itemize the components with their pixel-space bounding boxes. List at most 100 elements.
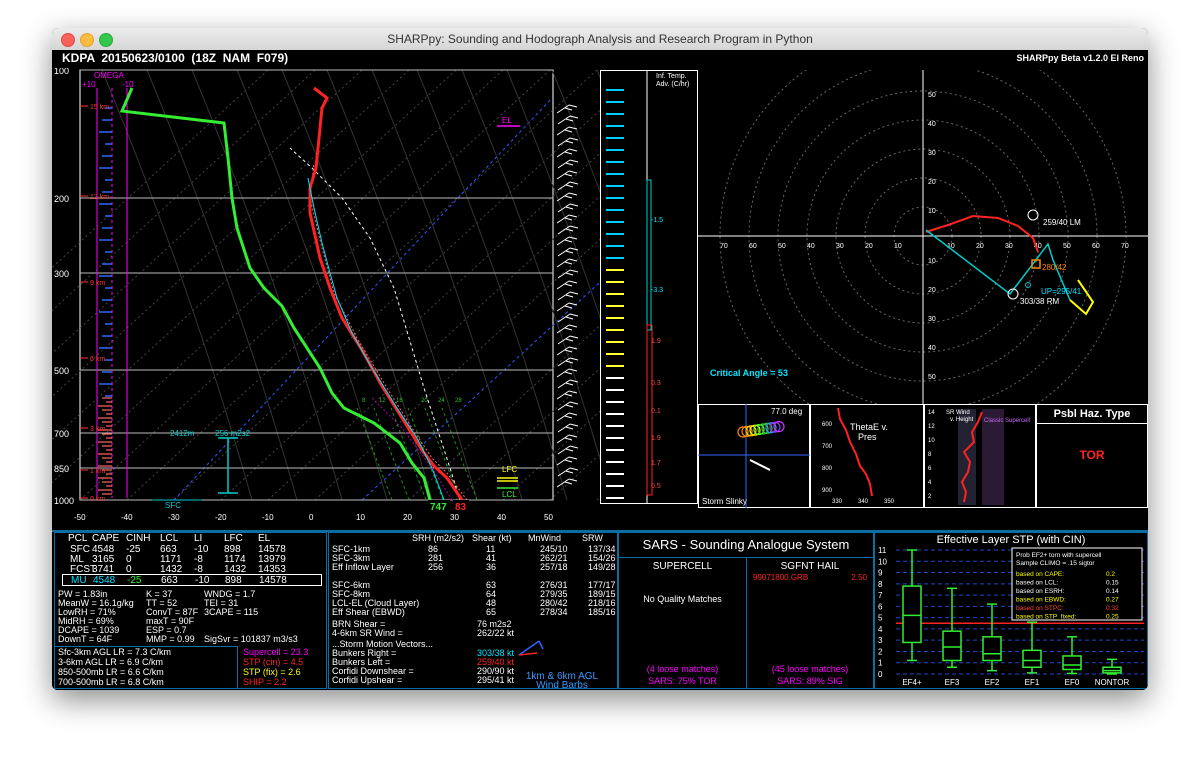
lapse-rate: 3-6km AGL LR = 6.9 C/km [58,657,163,667]
temp-label: -30 [168,513,180,522]
advection-value: -3.3 [651,287,663,294]
storm-motion-label: Corfidi Upshear = [332,675,403,685]
parcel-row[interactable]: ML 3165 0 1171 -8 1174 13979 [56,554,326,565]
version-label: SHARPpy Beta v1.2.0 El Reno [1016,53,1144,63]
hodo-x-label: 20 [865,243,873,250]
sars-hail-size: 2.50 [851,573,867,582]
hodograph-panel[interactable]: 1020304050102030405070 60 50 40 30 20 10 10 20 30… [698,70,1148,404]
hodo-x-label: 10 [894,243,902,250]
pressure-label-500: 500 [54,366,69,376]
index-value: MMP = 0.99 [146,634,195,644]
stp-y-label: 10 [878,557,887,566]
thetae-y-600: 600 [822,422,833,428]
kinematics-row: Eff Inflow Layer 256 36 257/18 149/28 [332,562,616,572]
kinematics-row: SFC-6km 63 276/31 177/17 [332,580,616,590]
thetae-y-900: 900 [822,488,833,494]
parcel-row[interactable]: SFC 4548 -25 663 -10 898 14578 [56,544,326,555]
barb-caption: 1km & 6km AGL Wind Barbs [512,672,612,691]
stp-box-EF1 [1022,621,1042,674]
hodo-lm-label: 259/40 LM [1043,218,1081,227]
parcel-cell: 663 [161,575,178,586]
thetae-x-330: 330 [832,499,843,505]
stp-legend-value: 0.25 [1106,614,1119,621]
stp-box-EF4+ [902,549,922,662]
height-mark: 3 km [90,426,105,433]
stp-y-label: 2 [878,647,883,656]
parcel-header: LFC [224,533,243,544]
lapse-rate: Sfc-3km AGL LR = 7.3 C/km [58,647,171,657]
stp-chart: 11109876543210EF4+ EF3 EF2 EF1 EF0 NONTORProb… [878,546,1144,687]
srwind-title-1: SR Wind [946,410,970,416]
hodo-mean-label: 280/42 [1042,263,1067,272]
hodo-up-label: UP=295/41 [1041,287,1082,296]
temp-label: -40 [121,513,133,522]
temp-label: -10 [262,513,274,522]
app-window: SHARPpy: Sounding and Hodograph Analysis… [52,28,1148,690]
stp-box-EF3 [942,587,962,668]
kinematics-row: SFC-1km 86 11 245/10 137/34 [332,544,616,554]
hodo-x-label: 30 [836,243,844,250]
thetae-y-800: 800 [822,466,833,472]
pressure-label-700: 700 [54,429,69,439]
height-mark: 6 km [90,356,105,363]
sars-box: SARS - Sounding Analogue System SUPERCEL… [618,532,874,689]
temp-label: 30 [450,513,459,522]
critical-angle-label: Critical Angle = 53 [710,368,788,378]
sars-title: SARS - Sounding Analogue System [619,533,873,558]
index-value: DownT = 64F [58,634,113,644]
stp-legend-value: 0.2 [1106,571,1115,578]
slinky-title: Storm Slinky [702,497,747,506]
hodo-ring-label: 10 [928,208,936,215]
height-mark: 15 km [90,104,109,111]
kinematics-cell: 278/34 [540,607,568,617]
parcel-header: PCL [68,533,88,544]
skewt-panel[interactable]: OMEGA +10 -10 15 km 12 km 9 km 6 km 3 km 1 km… [52,68,600,538]
kinematics-value: 262/22 kt [477,628,515,638]
composite-param: Supercell = 23.3 [243,647,309,657]
wind-barbs [556,104,579,488]
parcel-cell: -25 [127,575,142,586]
advection-value: 0.1 [651,408,661,415]
sars-hail-title: SGFNT HAIL [780,561,840,572]
temp-advection-panel: Inf. Temp. Adv. (C/hr) -1.5 -3.3 1.9 0.3 0.1… [600,70,698,504]
mixing-ratio-label: 12 [379,398,386,404]
lfc-label: LFC [502,465,517,474]
surface-temp-value: 83 [455,502,467,513]
stp-legend-value: 0.27 [1106,597,1119,604]
inflow-top-label: 2412m [170,429,195,438]
stp-category-label: EF1 [1025,678,1040,687]
hodo-x-label: 20 [976,243,984,250]
storm-motion-value: 295/41 kt [477,675,515,685]
hodo-ring-label: 50 [928,374,936,381]
pressure-label-200: 200 [54,194,69,204]
kinematics-row: LCL-EL (Cloud Layer) 48 280/42 218/16 [332,598,616,608]
pressure-label-100: 100 [54,68,69,76]
height-mark: 12 km [90,194,109,201]
sr-wind-panel: SR Wind v. Height Classic Supercell 14 12… [924,404,1036,508]
stp-category-label: EF4+ [902,678,922,687]
advection-value: 0.3 [651,380,661,387]
hodo-ring-label: 30 [928,150,936,157]
stp-y-label: 3 [878,636,883,645]
temp-label: 10 [356,513,365,522]
stp-title: Effective Layer STP (with CIN) [936,534,1086,546]
hodo-x-label: 50 [1063,243,1071,250]
sars-no-matches: No Quality Matches [643,594,722,604]
parcel-row[interactable]: FCST 3741 0 1432 -8 1432 14353 [56,564,326,575]
composite-params: Supercell = 23.3 STP (cin) = 4.5 STP (fix)… [243,647,308,687]
hodo-ring-label: 30 [928,316,936,323]
hodo-x-label: 70 [1121,243,1129,250]
parcel-row[interactable]: MU 4548 -25 663 -10 898 14578 [62,574,322,586]
stp-legend-value: 0.32 [1106,605,1119,612]
srwind-supercell-label: Classic Supercell [984,418,1030,424]
parcel-header: LI [194,533,203,544]
window-title: SHARPpy: Sounding and Hodograph Analysis… [387,32,813,46]
advection-value: 1.9 [651,435,661,442]
lapse-rate: 700-500mb LR = 6.8 C/km [58,677,164,687]
parcel-header: CAPE [92,533,120,544]
kinematics-label: 4-6km SR Wind = [332,628,403,638]
temp-label: 50 [544,513,553,522]
parcel-table: PCL CAPE CINH LCL LI LFC EL SFC 4548 -25 663 -10 898… [56,533,326,586]
stp-legend-label: based on CAPE: [1016,571,1064,578]
stp-box-EF0 [1062,636,1082,675]
